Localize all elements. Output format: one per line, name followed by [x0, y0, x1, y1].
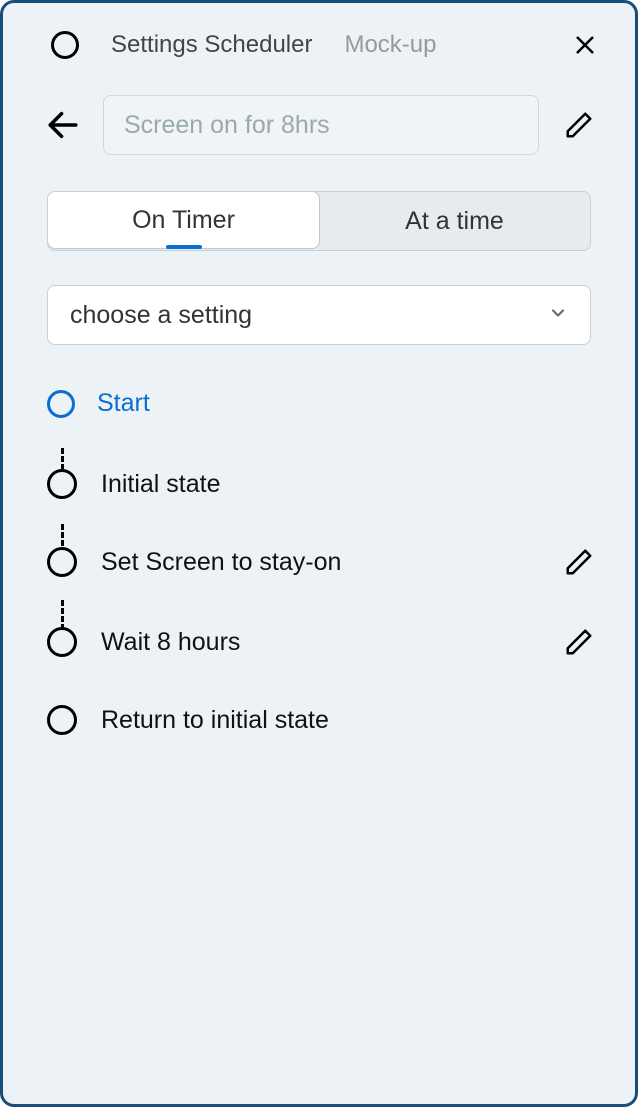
- step-marker-icon: [47, 627, 77, 657]
- window-subtitle: Mock-up: [344, 31, 539, 59]
- step-label: Wait 8 hours: [101, 628, 535, 657]
- edit-name-button[interactable]: [559, 105, 599, 145]
- setting-select-container: choose a setting: [3, 251, 635, 345]
- step-label: Set Screen to stay-on: [101, 548, 535, 577]
- edit-step-button[interactable]: [559, 542, 599, 582]
- start-label: Start: [97, 389, 150, 418]
- tabs-container: On Timer At a time: [3, 179, 635, 251]
- close-icon: [573, 33, 597, 57]
- step-set-screen: Set Screen to stay-on: [47, 542, 599, 582]
- schedule-name-input[interactable]: [103, 95, 539, 155]
- select-placeholder: choose a setting: [70, 301, 252, 330]
- step-marker-icon: [47, 547, 77, 577]
- scheduler-window: Settings Scheduler Mock-up On Timer: [0, 0, 638, 1107]
- tab-label: At a time: [405, 207, 504, 236]
- back-button[interactable]: [43, 105, 83, 145]
- close-button[interactable]: [571, 31, 599, 59]
- steps-list: Initial state Set Screen to stay-on Wait…: [3, 418, 635, 738]
- edit-step-button[interactable]: [559, 622, 599, 662]
- step-initial-state: Initial state: [47, 466, 599, 502]
- step-label: Return to initial state: [101, 706, 599, 735]
- app-icon-circle: [51, 31, 79, 59]
- step-label: Initial state: [101, 470, 599, 499]
- tab-at-a-time[interactable]: At a time: [319, 192, 590, 250]
- window-header: Settings Scheduler Mock-up: [3, 3, 635, 79]
- pencil-icon: [564, 627, 594, 657]
- trigger-tabs: On Timer At a time: [47, 191, 591, 251]
- start-circle-icon: [47, 390, 75, 418]
- pencil-icon: [564, 110, 594, 140]
- search-row: [3, 79, 635, 179]
- tab-label: On Timer: [132, 206, 235, 235]
- chevron-down-icon: [548, 303, 568, 328]
- step-marker-icon: [47, 705, 77, 735]
- step-wait: Wait 8 hours: [47, 622, 599, 662]
- start-button[interactable]: Start: [3, 345, 635, 418]
- pencil-icon: [564, 547, 594, 577]
- window-title: Settings Scheduler: [111, 31, 312, 59]
- step-marker-icon: [47, 469, 77, 499]
- setting-select[interactable]: choose a setting: [47, 285, 591, 345]
- arrow-left-icon: [46, 108, 80, 142]
- step-return: Return to initial state: [47, 702, 599, 738]
- tab-on-timer[interactable]: On Timer: [47, 191, 320, 249]
